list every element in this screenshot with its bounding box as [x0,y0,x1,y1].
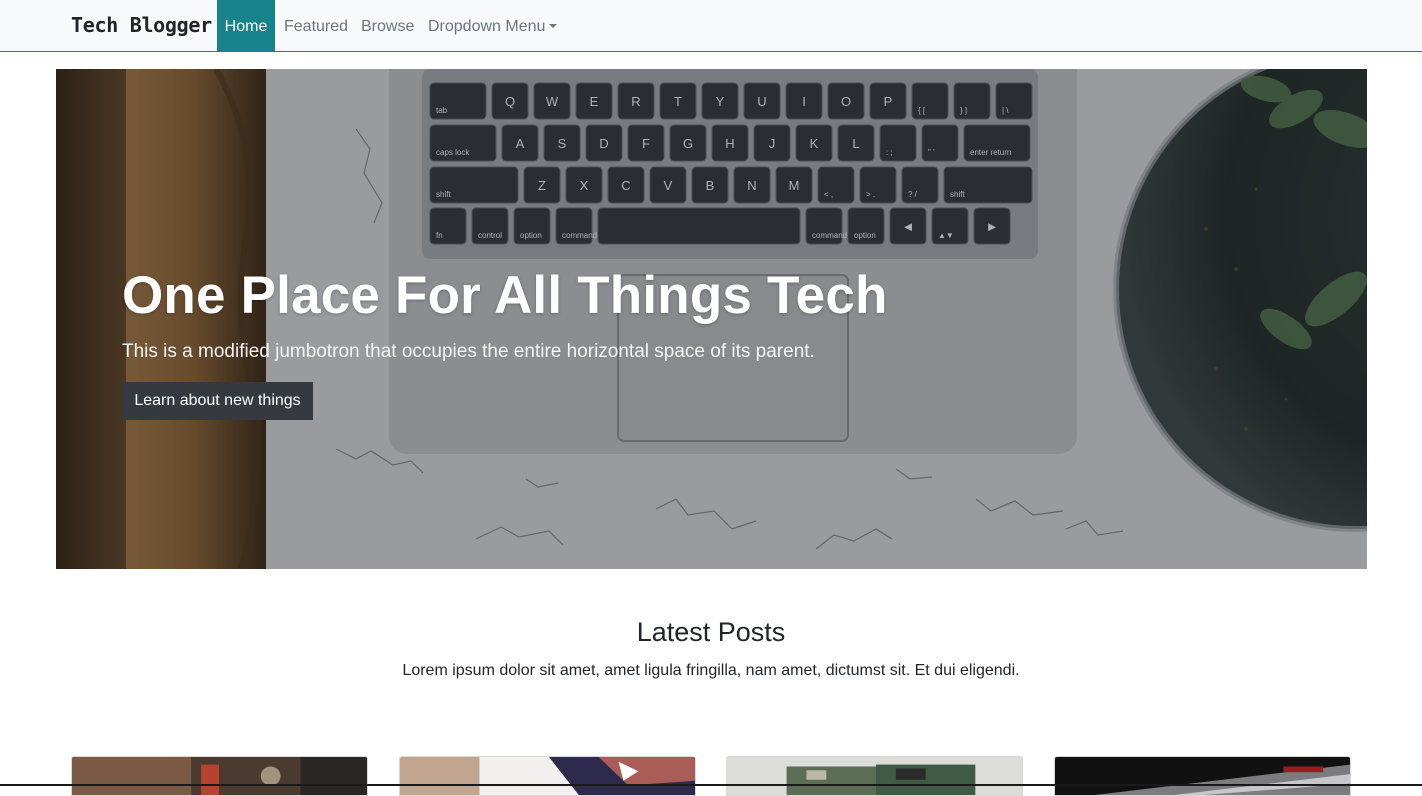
latest-posts-title: Latest Posts [636,617,786,647]
nav-dropdown-label: Dropdown Menu [428,18,546,35]
caret-down-icon [549,24,558,28]
latest-posts-subtitle: Lorem ipsum dolor sit amet, amet ligula … [402,662,1020,679]
circuit-board-image [727,757,1022,795]
nav-browse[interactable]: Browse [361,0,414,52]
coffee-shop-image [72,757,367,795]
hero-jumbotron: tab Q W E R T Y U I O P{ [} ] | \ caps lock A S D F G H J K L… [56,69,1367,569]
learn-more-button[interactable]: Learn about new things [122,382,313,420]
post-card[interactable] [1054,756,1351,796]
hero-subtitle: This is a modified jumbotron that occupi… [122,341,815,362]
hardware-image [1055,757,1350,795]
nav-featured[interactable]: Featured [284,0,348,52]
nav-dropdown-menu[interactable]: Dropdown Menu [428,0,558,52]
nav-home[interactable]: Home [217,0,275,52]
laptop-screen-image [400,757,695,795]
post-card[interactable] [71,756,368,796]
hero-title: One Place For All Things Tech [122,266,888,325]
brand-logo[interactable]: Tech Blogger [71,13,212,37]
post-card[interactable] [399,756,696,796]
top-navbar: Tech Blogger Home Featured Browse Dropdo… [0,0,1422,52]
post-card[interactable] [726,756,1023,796]
